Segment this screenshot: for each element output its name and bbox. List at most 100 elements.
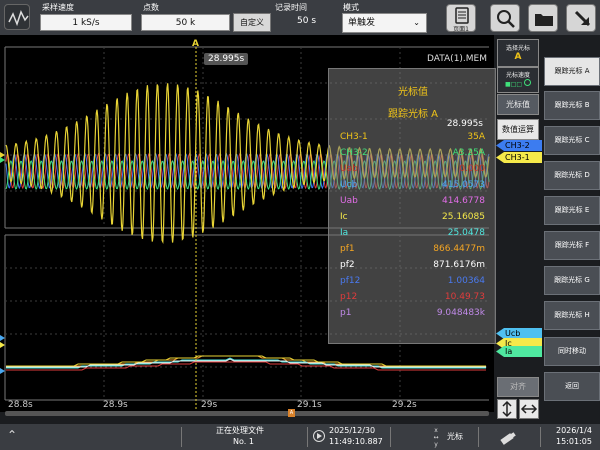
top-toolbar: 采样速度 1 kS/s 点数 50 k 自定义 记录时间 50 s 模式 单触发… [0, 0, 600, 35]
row-name: p1 [340, 308, 352, 318]
row-name: p12 [340, 292, 358, 302]
time-tick: 28.8s [8, 400, 33, 410]
cursor-value-popup: 光标值 跟踪光标 A 28.995s CH3-1 35A CH3-2 A3.25A Ua… [328, 68, 496, 344]
time-tick: 29.2s [392, 400, 417, 410]
folder-button[interactable] [528, 4, 558, 32]
record-time-label: 记录时间 [275, 3, 307, 12]
row-name: pf12 [340, 276, 361, 286]
select-cursor-label: 选择光标 [505, 45, 530, 52]
cursor-speed-label: 光标速度 [505, 72, 530, 79]
cursor-mode-label: 光标 [447, 432, 463, 441]
page-button[interactable]: 页面1 [446, 4, 476, 33]
row-name: CH3-2 [340, 148, 368, 158]
points-label: 点数 [143, 3, 159, 12]
side-button-cursor-g[interactable]: 跟踪光标 G [544, 266, 600, 295]
expand-button[interactable] [566, 4, 596, 32]
side-button-cursor-a[interactable]: 跟踪光标 A [544, 57, 600, 86]
row-name: Ic [340, 212, 348, 222]
vertical-zoom-button[interactable] [497, 399, 517, 419]
row-value: 10.49.73 [444, 292, 485, 302]
cursor-value-row: CH3-1 35A [329, 132, 497, 148]
sample-rate-field[interactable]: 1 kS/s [40, 14, 132, 31]
search-button[interactable] [490, 4, 520, 32]
row-name: pf2 [340, 260, 355, 270]
cursor-time-badge: 28.995s [204, 53, 249, 65]
play-icon [313, 430, 325, 442]
status-text: 正在处理文件 [216, 426, 264, 435]
points-field[interactable]: 50 k [141, 14, 230, 31]
channel-marker-left [0, 157, 5, 163]
channel-marker-left [0, 368, 5, 374]
row-name: CH3-1 [340, 132, 368, 142]
row-value: 871.6176m [433, 260, 485, 270]
time-tick: 29s [201, 400, 218, 410]
time-tick: 29.1s [297, 400, 322, 410]
popup-subtitle: 跟踪光标 A [387, 109, 439, 120]
horizontal-zoom-button[interactable] [519, 399, 539, 419]
row-name: Ia [340, 228, 349, 238]
cursor-a-marker[interactable]: A [192, 39, 199, 49]
row-value: 25.0478 [447, 228, 485, 238]
row-name: Uab [340, 164, 358, 174]
scroll-marker[interactable]: A [288, 409, 295, 417]
popup-time: 28.995s [446, 119, 483, 129]
chevron-up-icon[interactable]: ⌃ [7, 428, 17, 442]
status-bar: ⌃ 正在处理文件 No. 1 2025/12/30 11:49:10.887 x… [0, 424, 600, 450]
folder-icon [535, 14, 553, 26]
row-value: A3.25A [452, 148, 485, 158]
row-value: 35A [467, 132, 485, 142]
usb-drive-icon [498, 429, 518, 449]
channel-tag: CH3-2 [496, 140, 542, 151]
select-cursor-button[interactable]: 选择光标 A [497, 39, 539, 67]
mode-value: 单触发 [348, 18, 376, 28]
channel-marker-left [0, 335, 5, 341]
waveform-icon [8, 10, 29, 27]
vertical-arrows-icon [502, 400, 512, 418]
time-scrollbar[interactable]: A [5, 409, 489, 417]
select-cursor-value: A [514, 52, 522, 62]
row-name: pf1 [340, 244, 355, 254]
math-button[interactable]: 数值运算 [497, 119, 539, 140]
side-button-cursor-f[interactable]: 跟踪光标 F [544, 231, 600, 260]
time-tick: 28.9s [103, 400, 128, 410]
custom-button[interactable]: 自定义 [233, 13, 271, 32]
row-value: 0.000 [459, 164, 485, 174]
clock-date: 2026/1/4 [556, 426, 592, 435]
cursor-value-row: Uab 0.000 [329, 164, 497, 180]
search-icon [497, 10, 515, 28]
cursor-value-row: pf1 866.4477m [329, 244, 497, 260]
channel-tag: Ia [496, 346, 542, 357]
menu-button[interactable] [4, 4, 30, 30]
record-time-value: 50 s [297, 16, 317, 26]
row-value: 415.0573 [442, 180, 485, 190]
cursor-speed-button[interactable]: 光标速度 ■□□ [497, 67, 539, 93]
simultaneous-move-button[interactable]: 同时移动 [544, 337, 600, 366]
popup-title: 光标值 [398, 87, 428, 98]
speed-indicator-icon: ■□□ [498, 79, 538, 88]
cursor-value-row: pf2 871.6176m [329, 260, 497, 276]
row-value: 866.4477m [433, 244, 485, 254]
side-button-cursor-e[interactable]: 跟踪光标 E [544, 196, 600, 225]
align-button[interactable]: 对齐 [497, 377, 539, 397]
side-button-cursor-b[interactable]: 跟踪光标 B [544, 91, 600, 120]
divider [307, 427, 308, 447]
side-button-cursor-h[interactable]: 跟踪光标 H [544, 301, 600, 330]
horizontal-arrows-icon [520, 404, 538, 414]
side-button-cursor-d[interactable]: 跟踪光标 D [544, 161, 600, 190]
back-button[interactable]: 返回 [544, 372, 600, 401]
xy-axis-icon: x ↔ y [433, 427, 439, 448]
cursor-value-row: Uab 414.6778 [329, 196, 497, 212]
trigger-time: 11:49:10.887 [329, 437, 383, 446]
channel-marker-left [0, 342, 5, 348]
mode-label: 模式 [343, 3, 359, 12]
side-button-cursor-c[interactable]: 跟踪光标 C [544, 126, 600, 155]
cursor-value-row: CH3-2 A3.25A [329, 148, 497, 164]
row-name: Uab [340, 196, 358, 206]
cursor-value-row: p12 10.49.73 [329, 292, 497, 308]
mode-select[interactable]: 单触发 ⌄ [342, 13, 427, 33]
expand-icon [574, 10, 591, 27]
divider [181, 427, 182, 447]
clock-time: 15:01:05 [556, 437, 592, 446]
cursor-value-button[interactable]: 光标值 [497, 94, 539, 115]
cursor-value-row: Ucb 415.0573 [329, 180, 497, 196]
